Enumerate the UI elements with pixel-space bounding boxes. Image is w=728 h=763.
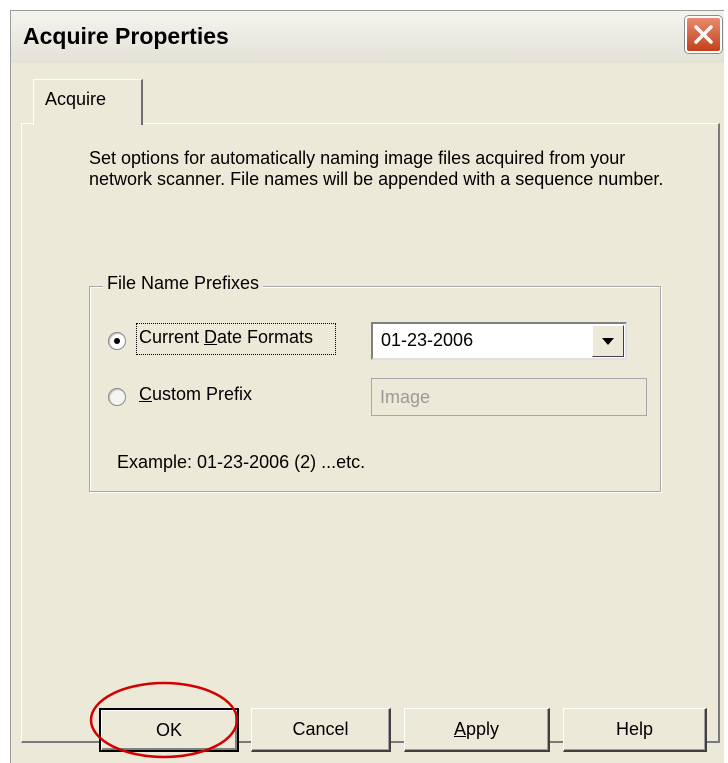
description-text: Set options for automatically naming ima… [89,148,664,189]
chevron-down-icon [602,338,614,345]
tab-acquire-label: Acquire [45,89,107,109]
close-icon [694,25,713,44]
apply-button[interactable]: Apply [404,708,550,752]
window-title: Acquire Properties [23,23,229,49]
dialog-window: Acquire Properties Acquire Set options f… [10,10,724,763]
date-format-radio[interactable] [108,332,126,350]
group-legend: File Name Prefixes [103,273,264,294]
custom-prefix-radio[interactable] [108,388,126,406]
custom-prefix-label-rest: ustom Prefix [152,384,253,404]
title-bar[interactable]: Acquire Properties [11,11,724,63]
date-format-value: 01-23-2006 [381,330,474,350]
custom-prefix-field[interactable] [371,378,647,416]
custom-prefix-mnemonic: C [139,384,152,404]
dropdown-button[interactable] [592,325,624,357]
date-format-label-rest: ate Formats [217,327,314,347]
date-format-select[interactable]: 01-23-2006 [371,322,627,360]
radio-selected-dot [114,338,120,344]
highlight-annotation-ellipse [89,681,239,759]
help-button[interactable]: Help [563,708,707,752]
date-format-label[interactable]: Current Date Formats [139,327,313,348]
date-format-label-prefix: Current [139,327,205,347]
custom-prefix-input[interactable] [372,379,646,415]
apply-mnemonic: A [453,719,466,739]
example-text: Example: 01-23-2006 (2) ...etc. [117,452,366,472]
apply-label-rest: pply [465,719,500,739]
cancel-button[interactable]: Cancel [251,708,391,752]
date-format-mnemonic: D [204,327,218,347]
tab-acquire[interactable]: Acquire [33,79,143,125]
custom-prefix-label[interactable]: Custom Prefix [139,384,252,405]
close-button[interactable] [685,16,722,53]
